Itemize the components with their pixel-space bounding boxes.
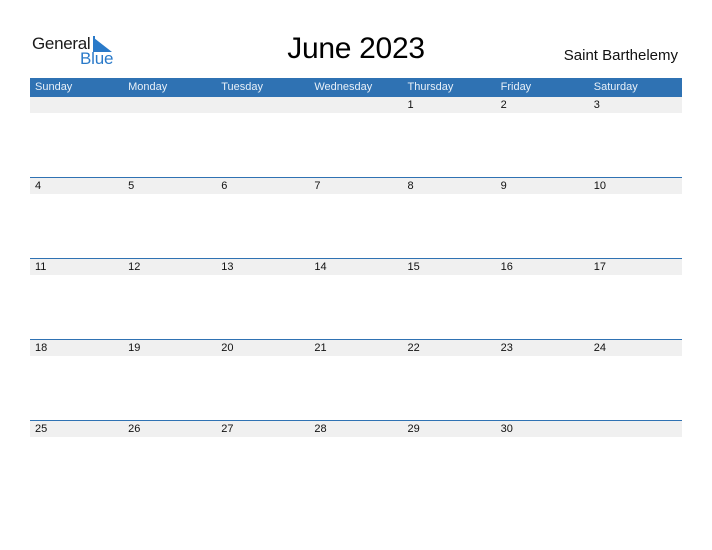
date-cell: 2 [500, 99, 507, 111]
date-cell: 16 [500, 261, 513, 273]
date-cell [216, 97, 309, 113]
date-cell: 13 [221, 261, 234, 273]
weekday-sunday: Sunday [35, 81, 73, 93]
date-cell: 23 [500, 342, 513, 354]
country-label: Saint Barthelemy [563, 47, 678, 64]
date-cell [309, 97, 402, 113]
date-cell: 7 [314, 180, 321, 192]
date-cell: 12 [128, 261, 141, 273]
date-cell: 30 [500, 423, 513, 435]
date-cell: 22 [407, 342, 420, 354]
week-row-4: 18 19 20 21 22 23 24 [30, 339, 682, 419]
date-cell: 17 [593, 261, 606, 273]
week-row-2: 4 5 6 7 8 9 10 [30, 177, 682, 257]
date-cell: 28 [314, 423, 327, 435]
date-cell: 11 [35, 261, 47, 273]
date-cell: 19 [128, 342, 141, 354]
date-cell: 1 [407, 99, 414, 111]
date-cell: 10 [593, 180, 606, 192]
date-cell [123, 97, 216, 113]
date-cell: 6 [221, 180, 228, 192]
date-strip: 11 12 13 14 15 16 17 [30, 259, 682, 275]
date-strip: 4 5 6 7 8 9 10 [30, 178, 682, 194]
weekday-monday: Monday [128, 81, 168, 93]
date-cell: 18 [35, 342, 48, 354]
date-strip: 18 19 20 21 22 23 24 [30, 340, 682, 356]
date-cell: 21 [314, 342, 327, 354]
date-cell: 14 [314, 261, 327, 273]
date-cell: 15 [407, 261, 420, 273]
date-cell: 8 [407, 180, 414, 192]
date-cell: 4 [35, 180, 42, 192]
date-cell [589, 421, 682, 437]
date-strip: 1 2 3 [30, 97, 682, 113]
date-cell: 9 [500, 180, 507, 192]
weekday-tuesday: Tuesday [221, 81, 264, 93]
weekday-wednesday: Wednesday [314, 81, 373, 93]
week-row-1: 1 2 3 [30, 97, 682, 177]
week-row-3: 11 12 13 14 15 16 17 [30, 258, 682, 338]
weekday-friday: Friday [500, 81, 532, 93]
date-cell: 5 [128, 180, 135, 192]
date-cell: 26 [128, 423, 141, 435]
weekday-saturday: Saturday [593, 81, 638, 93]
weekday-header: Sunday Monday Tuesday Wednesday Thursday… [30, 78, 682, 97]
week-row-5: 25 26 27 28 29 30 [30, 420, 682, 500]
date-cell: 20 [221, 342, 234, 354]
date-cell: 27 [221, 423, 234, 435]
date-cell: 29 [407, 423, 420, 435]
date-cell: 3 [593, 99, 600, 111]
weekday-thursday: Thursday [407, 81, 454, 93]
date-cell: 25 [35, 423, 48, 435]
date-cell [30, 97, 123, 113]
date-strip: 25 26 27 28 29 30 [30, 421, 682, 437]
date-cell: 24 [593, 342, 606, 354]
